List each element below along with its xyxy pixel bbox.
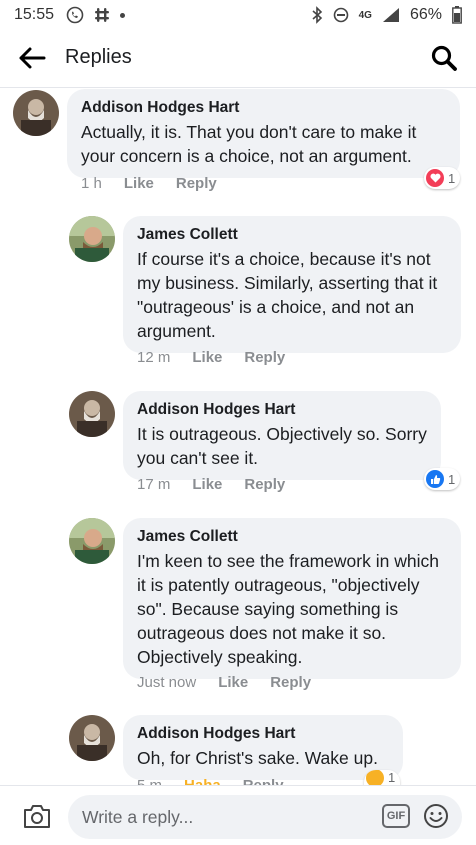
like-button[interactable]: Like <box>192 349 222 366</box>
comment-text: It is outrageous. Objectively so. Sorry … <box>137 424 427 468</box>
comment-author[interactable]: James Collett <box>137 226 447 244</box>
emoji-icon[interactable] <box>423 803 449 829</box>
reaction-count: 1 <box>448 471 456 487</box>
comment-bubble[interactable]: James Collett If course it's a choice, b… <box>123 216 461 353</box>
battery-icon <box>452 6 462 24</box>
comment-time: 12 m <box>137 349 171 366</box>
comment-text: If course it's a choice, because it's no… <box>137 249 438 341</box>
haha-icon <box>366 770 384 785</box>
like-button[interactable]: Like <box>192 476 222 493</box>
comment-author[interactable]: James Collett <box>137 528 447 546</box>
reply-button[interactable]: Reply <box>176 175 217 192</box>
whatsapp-icon <box>66 6 84 24</box>
comment-actions: 17 m Like Reply <box>137 476 285 493</box>
reaction-badge[interactable]: 1 <box>424 167 461 189</box>
dnd-icon <box>333 7 348 23</box>
notification-dot-icon <box>120 12 126 18</box>
camera-icon[interactable] <box>22 802 52 830</box>
signal-icon <box>382 8 399 22</box>
comment-time: 5 m <box>137 777 162 785</box>
avatar[interactable] <box>69 216 115 262</box>
network-label: 4G <box>358 9 372 21</box>
comment-bubble[interactable]: Addison Hodges Hart Oh, for Christ's sak… <box>123 715 403 780</box>
like-icon <box>426 470 444 488</box>
page-title: Replies <box>65 46 132 68</box>
comment-time: 17 m <box>137 476 171 493</box>
bluetooth-icon <box>312 6 322 24</box>
comment-actions: 12 m Like Reply <box>137 349 285 366</box>
reply-composer: GIF <box>0 785 476 845</box>
like-button[interactable]: Like <box>124 175 154 192</box>
back-arrow-icon[interactable] <box>18 46 46 70</box>
comment-text: I'm keen to see the framework in which i… <box>137 551 439 667</box>
avatar[interactable] <box>69 518 115 564</box>
avatar[interactable] <box>69 715 115 761</box>
avatar[interactable] <box>69 391 115 437</box>
haha-reaction-label[interactable]: Haha <box>184 777 221 785</box>
status-time: 15:55 <box>14 6 55 23</box>
reaction-badge[interactable]: 1 <box>424 468 461 490</box>
reply-button[interactable]: Reply <box>244 476 285 493</box>
reply-button[interactable]: Reply <box>243 777 284 785</box>
comment-bubble[interactable]: James Collett I'm keen to see the framew… <box>123 518 461 679</box>
comment-bubble[interactable]: Addison Hodges Hart It is outrageous. Ob… <box>123 391 441 480</box>
app-header: Replies <box>0 30 476 88</box>
comment-author[interactable]: Addison Hodges Hart <box>137 725 389 743</box>
comment-actions: 5 m Haha Reply <box>137 777 284 785</box>
reply-button[interactable]: Reply <box>244 349 285 366</box>
battery-label: 66% <box>409 6 442 23</box>
comment-bubble[interactable]: Addison Hodges Hart Actually, it is. Tha… <box>67 89 460 178</box>
comment-author[interactable]: Addison Hodges Hart <box>137 401 427 419</box>
comment-text: Actually, it is. That you don't care to … <box>81 122 417 166</box>
reaction-count: 1 <box>388 770 396 785</box>
slack-icon <box>95 8 110 22</box>
reaction-badge[interactable]: 1 <box>364 770 401 785</box>
avatar[interactable] <box>13 90 59 136</box>
comment-actions: Just now Like Reply <box>137 674 311 691</box>
comment-time: 1 h <box>81 175 102 192</box>
status-bar: 15:55 4G 66% <box>0 0 476 30</box>
comment-author[interactable]: Addison Hodges Hart <box>81 99 446 117</box>
comment-time: Just now <box>137 674 197 691</box>
reply-button[interactable]: Reply <box>270 674 311 691</box>
search-icon[interactable] <box>430 44 458 72</box>
love-icon <box>426 169 444 187</box>
comment-actions: 1 h Like Reply <box>81 175 217 192</box>
gif-button[interactable]: GIF <box>382 804 410 828</box>
reaction-count: 1 <box>448 170 456 186</box>
comment-text: Oh, for Christ's sake. Wake up. <box>137 748 378 768</box>
like-button[interactable]: Like <box>218 674 248 691</box>
